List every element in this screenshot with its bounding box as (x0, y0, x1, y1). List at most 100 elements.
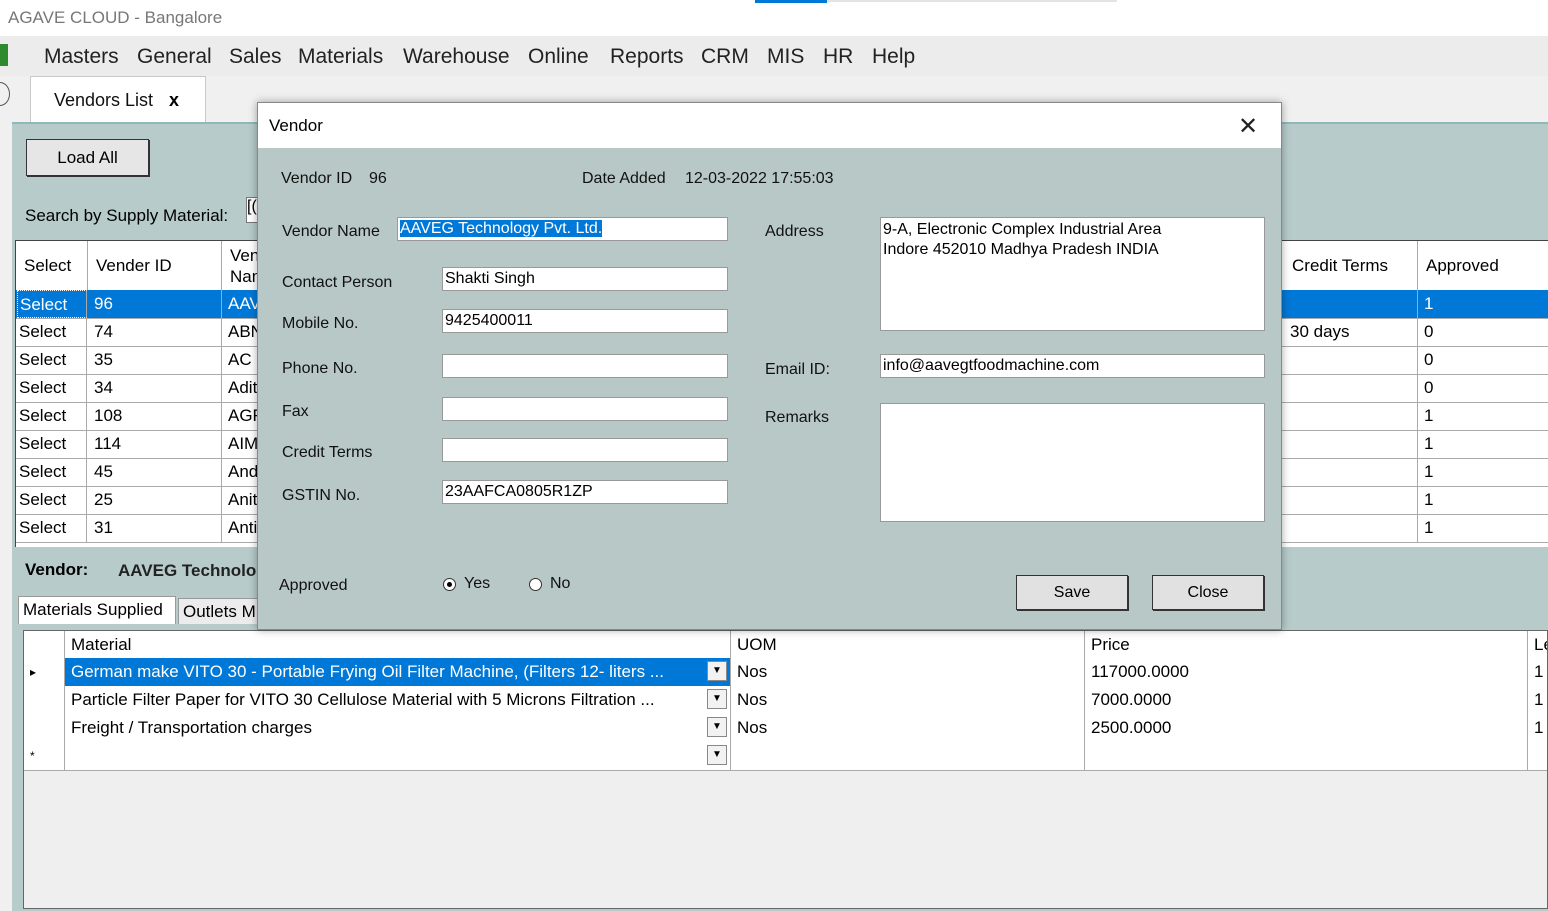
last-cell[interactable]: 1 (1528, 714, 1547, 742)
price-cell[interactable]: 7000.0000 (1085, 686, 1528, 714)
credit-terms-label: Credit Terms (282, 444, 373, 461)
tab-vendors-list[interactable]: Vendors List x (30, 76, 206, 122)
price-cell[interactable]: 2500.0000 (1085, 714, 1528, 742)
phone-field[interactable] (442, 354, 728, 378)
uom-cell[interactable]: Nos (731, 658, 1085, 686)
address-label: Address (765, 223, 824, 240)
approved-no-label[interactable]: No (550, 575, 570, 593)
header-price[interactable]: Price (1085, 631, 1528, 659)
vendor-id-cell: 96 (88, 290, 222, 318)
menu-crm[interactable]: CRM (701, 45, 749, 69)
select-link[interactable]: Select (17, 318, 87, 346)
approved-no-radio[interactable] (529, 578, 542, 591)
header-material[interactable]: Material (65, 631, 731, 659)
dialog-close-icon[interactable]: ✕ (1238, 112, 1258, 141)
address-field[interactable]: 9-A, Electronic Complex Industrial Area … (880, 217, 1265, 331)
menu-materials[interactable]: Materials (298, 45, 383, 69)
tab-materials-supplied[interactable]: Materials Supplied (18, 596, 176, 624)
gstin-field[interactable]: 23AAFCA0805R1ZP (442, 480, 728, 504)
credit-terms-cell (1284, 374, 1418, 402)
material-dropdown-icon[interactable]: ▼ (707, 717, 727, 737)
material-row[interactable]: Particle Filter Paper for VITO 30 Cellul… (24, 686, 1547, 715)
last-cell[interactable] (1528, 742, 1547, 770)
vendor-id-cell: 45 (88, 458, 222, 486)
header-select[interactable]: Select (16, 241, 88, 290)
menu-hr[interactable]: HR (823, 45, 853, 69)
fax-field[interactable] (442, 397, 728, 421)
header-vendor-id[interactable]: Vender ID (88, 241, 222, 290)
price-cell[interactable]: 117000.0000 (1085, 658, 1528, 686)
menu-general[interactable]: General (137, 45, 212, 69)
material-text: German make VITO 30 - Portable Frying Oi… (71, 662, 664, 681)
uom-cell[interactable]: Nos (731, 686, 1085, 714)
uom-cell[interactable]: Nos (731, 714, 1085, 742)
material-cell[interactable]: ▼ (65, 742, 731, 770)
approved-yes-label[interactable]: Yes (464, 575, 490, 593)
material-cell[interactable]: Freight / Transportation charges ▼ (65, 714, 731, 742)
price-cell[interactable] (1085, 742, 1528, 770)
window-titlebar: AGAVE CLOUD - Bangalore (0, 0, 1548, 36)
material-row[interactable]: Freight / Transportation charges ▼ Nos 2500… (24, 714, 1547, 743)
menu-reports[interactable]: Reports (610, 45, 684, 69)
row-marker (24, 714, 65, 742)
credit-terms-field[interactable] (442, 438, 728, 462)
save-button[interactable]: Save (1016, 575, 1128, 610)
material-row[interactable]: ▸ German make VITO 30 - Portable Frying O… (24, 658, 1547, 687)
app-logo-icon (0, 44, 8, 66)
select-link[interactable]: Select (17, 458, 87, 486)
load-all-button[interactable]: Load All (26, 139, 149, 176)
remarks-field[interactable] (880, 403, 1265, 522)
tab-vendors-list-label: Vendors List (54, 90, 154, 110)
select-link[interactable]: Select (17, 374, 87, 402)
credit-terms-cell (1284, 458, 1418, 486)
select-link[interactable]: Select (17, 514, 87, 542)
email-field[interactable]: info@aavegtfoodmachine.com (880, 354, 1265, 378)
menu-online[interactable]: Online (528, 45, 589, 69)
approved-cell: 0 (1418, 374, 1548, 402)
search-material-label: Search by Supply Material: (25, 206, 229, 225)
mobile-field[interactable]: 9425400011 (442, 309, 728, 333)
material-cell[interactable]: Particle Filter Paper for VITO 30 Cellul… (65, 686, 731, 714)
close-button[interactable]: Close (1152, 575, 1264, 610)
last-cell[interactable]: 1 (1528, 658, 1547, 686)
menu-sales[interactable]: Sales (229, 45, 282, 69)
tab-close-icon[interactable]: x (169, 90, 179, 111)
material-dropdown-icon[interactable]: ▼ (707, 689, 727, 709)
select-link[interactable]: Select (17, 290, 87, 318)
vendor-id-cell: 31 (88, 514, 222, 542)
address-line-2: Indore 452010 Madhya Pradesh INDIA (883, 241, 1159, 258)
date-added-label: Date Added (582, 170, 666, 187)
material-dropdown-icon[interactable]: ▼ (707, 661, 727, 681)
header-approved[interactable]: Approved (1418, 241, 1548, 290)
select-link[interactable]: Select (17, 402, 87, 430)
vendor-name-field[interactable]: AAVEG Technology Pvt. Ltd. (397, 217, 728, 241)
approved-cell: 1 (1418, 290, 1548, 318)
select-link[interactable]: Select (17, 430, 87, 458)
tab-outlets[interactable]: Outlets M (178, 598, 258, 624)
header-credit-terms[interactable]: Credit Terms (1284, 241, 1418, 290)
select-link[interactable]: Select (17, 486, 87, 514)
menu-masters[interactable]: Masters (44, 45, 119, 69)
header-uom[interactable]: UOM (731, 631, 1085, 659)
material-text: Freight / Transportation charges (71, 718, 312, 737)
vendor-name-label: Vendor Name (282, 223, 380, 240)
vendor-id-label: Vendor ID (281, 170, 353, 187)
material-dropdown-icon[interactable]: ▼ (707, 745, 727, 765)
header-last[interactable]: Le (1528, 631, 1547, 659)
vendor-id-cell: 25 (88, 486, 222, 514)
home-circle-icon[interactable] (0, 82, 10, 106)
last-cell[interactable]: 1 (1528, 686, 1547, 714)
menu-help[interactable]: Help (872, 45, 915, 69)
approved-yes-radio[interactable] (443, 578, 456, 591)
material-cell[interactable]: German make VITO 30 - Portable Frying Oi… (65, 658, 731, 686)
select-link[interactable]: Select (17, 346, 87, 374)
menu-warehouse[interactable]: Warehouse (403, 45, 510, 69)
menu-mis[interactable]: MIS (767, 45, 804, 69)
uom-cell[interactable] (731, 742, 1085, 770)
approved-cell: 1 (1418, 486, 1548, 514)
vendor-id-cell: 114 (88, 430, 222, 458)
contact-person-field[interactable]: Shakti Singh (442, 267, 728, 291)
material-row[interactable]: * ▼ (24, 742, 1547, 771)
dialog-title: Vendor (269, 116, 323, 135)
material-text: Particle Filter Paper for VITO 30 Cellul… (71, 690, 655, 709)
